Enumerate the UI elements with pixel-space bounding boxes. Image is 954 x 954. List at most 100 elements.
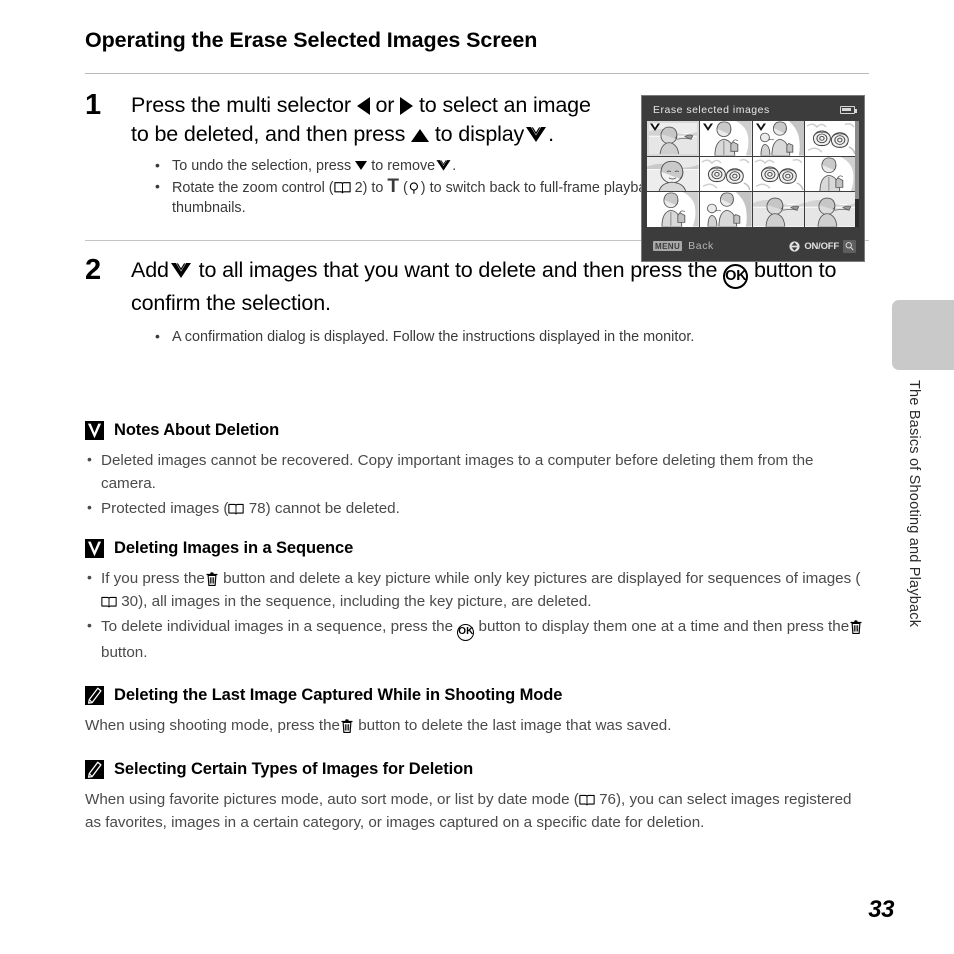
selection-check-icon [702, 122, 714, 132]
monitor-bottom-bar: MENU Back ON/OFF [646, 235, 860, 257]
selection-check-icon [169, 260, 193, 280]
selection-check-icon [524, 124, 548, 144]
thumbnail-image [647, 192, 699, 227]
note-title: Deleting the Last Image Captured While i… [114, 686, 563, 704]
note-text: Protected images ( [101, 500, 229, 517]
ok-button-icon: OK [723, 264, 749, 289]
thumbnail-4[interactable] [647, 156, 699, 192]
note-text: button to display them one at a time and… [478, 618, 850, 635]
note-text: button and delete a key picture while on… [223, 570, 861, 587]
magnifier-icon [408, 181, 421, 195]
book-icon [579, 793, 595, 807]
thumbnail-grid[interactable] [647, 121, 857, 227]
step-1-text-a: Press the multi selector [131, 93, 351, 117]
thumbnail-6[interactable] [752, 156, 805, 192]
list-item: Deleted images cannot be recovered. Copy… [85, 448, 869, 495]
book-icon [228, 502, 244, 516]
thumbnail-3[interactable] [805, 121, 857, 156]
step-2-number: 2 [85, 254, 102, 286]
thumbnail-image [700, 192, 752, 227]
book-icon [334, 180, 351, 195]
note-title: Selecting Certain Types of Images for De… [114, 760, 474, 778]
monitor-screen: Erase selected images MENU Back ON/OFF [646, 100, 860, 257]
thumbnail-image [805, 192, 857, 227]
thumbnail-image [805, 157, 857, 192]
thumbnail-11[interactable] [805, 192, 857, 227]
note-text: button. [101, 644, 148, 661]
thumbnail-7[interactable] [805, 156, 857, 192]
pencil-note-icon [85, 686, 104, 705]
note-header: Deleting the Last Image Captured While i… [85, 686, 869, 705]
triangle-down-icon [355, 161, 368, 170]
note-header: Deleting Images in a Sequence [85, 539, 869, 558]
triangle-right-icon [400, 97, 414, 116]
battery-icon [840, 105, 857, 114]
pencil-note-icon [85, 760, 104, 779]
note-text: 78) cannot be deleted. [248, 500, 400, 517]
bullet-text: ) to switch back to full-frame playback … [420, 180, 678, 196]
step-1-text-e: . [548, 122, 554, 146]
magnifier-glyph [844, 241, 855, 252]
note-block-selecting-types: Selecting Certain Types of Images for De… [85, 760, 869, 834]
caution-check-icon [85, 539, 104, 558]
note-title: Deleting Images in a Sequence [114, 539, 354, 557]
bullet-text: A confirmation dialog is displayed. Foll… [172, 329, 695, 345]
note-text: When using favorite pictures mode, auto … [85, 791, 579, 808]
chapter-tab [892, 300, 954, 370]
up-down-icon [789, 241, 800, 252]
note-block-sequence: Deleting Images in a Sequence If you pre… [85, 539, 869, 664]
ok-button-icon: OK [457, 624, 475, 641]
note-paragraph: When using favorite pictures mode, auto … [85, 788, 869, 834]
monitor-title: Erase selected images [653, 103, 770, 116]
back-label: Back [688, 240, 714, 252]
thumbnail-image [753, 192, 805, 227]
note-header: Notes About Deletion [85, 421, 869, 440]
bullet-text: . [452, 158, 457, 174]
trash-icon [205, 571, 219, 587]
triangle-up-icon [411, 129, 429, 142]
manual-page: Operating the Erase Selected Images Scre… [0, 0, 954, 954]
step-1-number: 1 [85, 89, 102, 121]
scrollbar-thumb[interactable] [855, 121, 859, 199]
thumbnail-image [700, 157, 752, 192]
selection-check-icon [649, 122, 661, 132]
note-block-last-image: Deleting the Last Image Captured While i… [85, 686, 869, 737]
thumbnail-10[interactable] [752, 192, 805, 227]
title-divider [85, 73, 869, 74]
chapter-tab-label: The Basics of Shooting and Playback [906, 380, 922, 628]
note-block-deletion: Notes About Deletion Deleted images cann… [85, 421, 869, 520]
list-item: Protected images ( 78) cannot be deleted… [85, 496, 869, 520]
caution-check-icon [85, 421, 104, 440]
note-header: Selecting Certain Types of Images for De… [85, 760, 869, 779]
bullet-text: To undo the selection, press [172, 158, 352, 174]
bullet-text: to remove [371, 158, 436, 174]
monitor-bottom-right: ON/OFF [789, 239, 856, 253]
list-item: To delete individual images in a sequenc… [85, 614, 869, 664]
thumbnail-1[interactable] [699, 121, 752, 156]
thumbnail-9[interactable] [699, 192, 752, 227]
scrollbar[interactable] [855, 121, 859, 227]
note-text: button to delete the last image that was… [358, 717, 672, 734]
bullet-text: 2) to [354, 180, 384, 196]
note-title: Notes About Deletion [114, 421, 280, 439]
note-text: If you press the [101, 570, 205, 587]
list-item: A confirmation dialog is displayed. Foll… [150, 326, 869, 347]
thumbnail-8[interactable] [647, 192, 699, 227]
list-item: If you press the button and delete a key… [85, 566, 869, 613]
bullet-text: Rotate the zoom control ( [172, 180, 334, 196]
magnifier-icon[interactable] [843, 239, 856, 253]
step-2-text: Add to all images that you want to delet… [131, 256, 869, 318]
note-items: If you press the button and delete a key… [85, 566, 869, 664]
step-2-text-a: Add [131, 258, 169, 282]
thumbnail-0[interactable] [647, 121, 699, 156]
monitor-title-bar: Erase selected images [646, 100, 860, 119]
book-icon [101, 595, 117, 609]
note-text: 30), all images in the sequence, includi… [121, 593, 592, 610]
selection-check-icon [755, 122, 767, 132]
step-1-text: Press the multi selector or to select an… [131, 91, 601, 149]
thumbnail-5[interactable] [699, 156, 752, 192]
onoff-label: ON/OFF [804, 240, 839, 252]
menu-key-icon[interactable]: MENU [653, 241, 683, 251]
thumbnail-2[interactable] [752, 121, 805, 156]
thumbnail-image [805, 121, 857, 156]
